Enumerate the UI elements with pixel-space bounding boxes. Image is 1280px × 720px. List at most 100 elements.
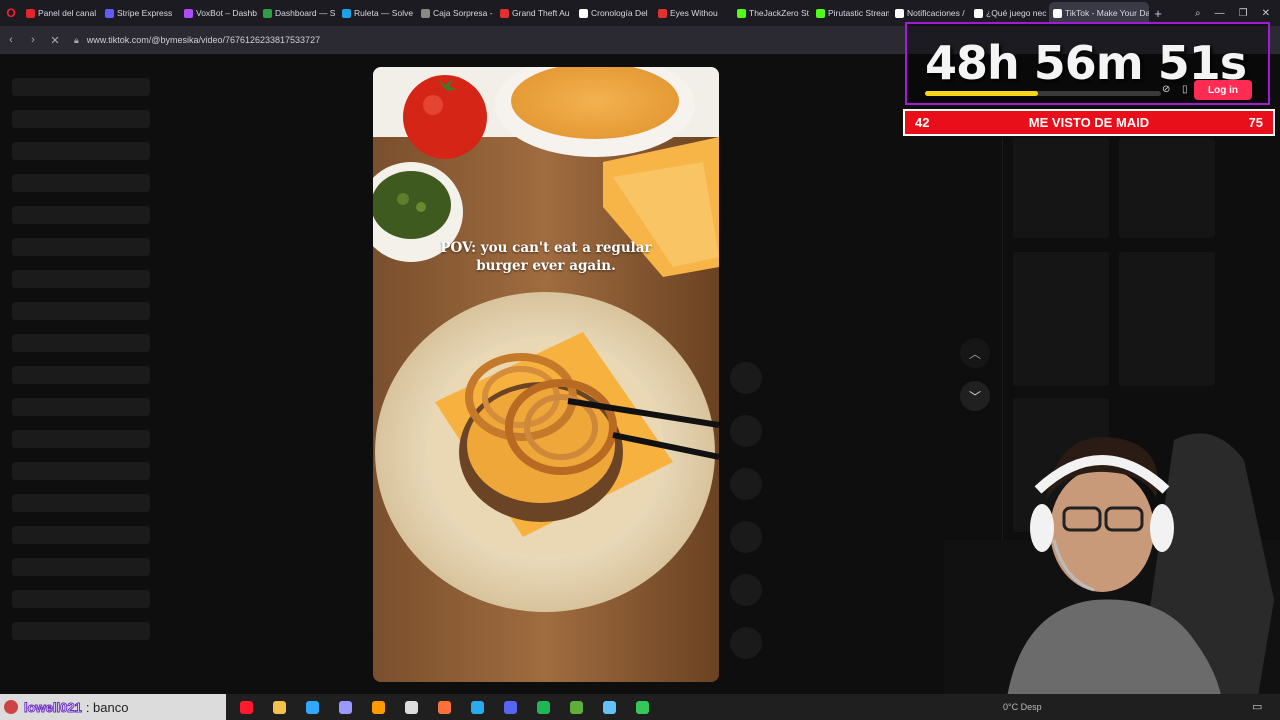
discord-icon[interactable]: [494, 694, 527, 720]
poll-right-count: 75: [1248, 115, 1263, 130]
browser-tab[interactable]: TheJackZero St: [733, 2, 810, 24]
premiere-icon[interactable]: [329, 694, 362, 720]
phone-icon[interactable]: ▯: [1182, 84, 1194, 96]
tab-favicon-icon: [342, 8, 351, 18]
share-button-skeleton[interactable]: [730, 521, 762, 553]
login-button[interactable]: Log in: [1194, 80, 1252, 100]
streamer-webcam: [944, 433, 1280, 720]
url-field[interactable]: 🔒︎ www.tiktok.com/@bymesika/video/767612…: [74, 30, 914, 50]
opera-logo-icon[interactable]: O: [0, 0, 22, 26]
more-button-skeleton[interactable]: [730, 574, 762, 606]
browser-tab[interactable]: Stripe Express: [101, 2, 178, 24]
comment-button-skeleton[interactable]: [730, 415, 762, 447]
tab-label: Cronología Del: [591, 8, 648, 18]
timer-progress-fill: [925, 91, 1039, 96]
new-tab-button[interactable]: +: [1149, 6, 1167, 21]
sidebar-item-skeleton: [12, 366, 150, 384]
back-icon[interactable]: ‹: [0, 34, 22, 46]
poll-title: ME VISTO DE MAID: [1028, 115, 1150, 130]
browser-tab[interactable]: Notificaciones /: [891, 2, 968, 24]
tab-label: Pirutastic Stream: [828, 8, 889, 18]
chevron-up-icon: ︿: [968, 346, 981, 361]
like-button-skeleton[interactable]: [730, 362, 762, 394]
video-player[interactable]: POV: you can't eat a regular burger ever…: [373, 67, 719, 682]
minecraft-icon[interactable]: [560, 694, 593, 720]
browser-tab[interactable]: Pirutastic Stream: [812, 2, 889, 24]
windows-taskbar: lowell021 : banco 0°C Desp ▭: [0, 694, 1280, 720]
sidebar-item-skeleton: [12, 462, 150, 480]
tab-label: Caja Sorpresa -: [433, 8, 493, 18]
forward-icon[interactable]: ›: [22, 34, 44, 46]
folder-icon[interactable]: [263, 694, 296, 720]
stop-loading-icon[interactable]: ✕: [44, 34, 66, 47]
sidebar-item-skeleton: [12, 110, 150, 128]
browser-tab[interactable]: TikTok - Make Your Da: [1049, 2, 1149, 24]
previous-video-button[interactable]: ︿: [960, 338, 990, 368]
browser-tab[interactable]: Dashboard — S: [259, 2, 336, 24]
telegram-icon-glyph: [471, 700, 484, 714]
caption-line-2: burger ever again.: [476, 258, 616, 274]
lock-icon[interactable]: 🔒︎: [74, 35, 79, 46]
browser-tab[interactable]: Caja Sorpresa -: [417, 2, 494, 24]
tab-label: Eyes Withou: [670, 8, 718, 18]
chat-username: lowell021: [24, 699, 83, 715]
tab-label: TikTok - Make Your Da: [1065, 8, 1149, 18]
browser-tab[interactable]: Panel del canal: [22, 2, 99, 24]
premiere-icon-glyph: [339, 700, 352, 714]
browser-tab[interactable]: Grand Theft Au: [496, 2, 573, 24]
illustrator-icon[interactable]: [362, 694, 395, 720]
browser-tab[interactable]: ¿Qué juego nec: [970, 2, 1047, 24]
close-icon[interactable]: ✕: [1262, 8, 1270, 19]
cube-icon-glyph: [636, 700, 649, 714]
sidebar-item-skeleton: [12, 78, 150, 96]
sidebar-item-skeleton: [12, 494, 150, 512]
tab-label: Notificaciones /: [907, 8, 965, 18]
search-tabs-icon[interactable]: ⌕: [1195, 8, 1201, 19]
steam-icon[interactable]: [593, 694, 626, 720]
browser-tab[interactable]: VoxBot – Dashb: [180, 2, 257, 24]
minimize-icon[interactable]: —: [1215, 8, 1225, 19]
next-video-button[interactable]: ﹀: [960, 381, 990, 411]
timer-progress-bar: [925, 91, 1161, 96]
spotify-icon[interactable]: [527, 694, 560, 720]
save-button-skeleton[interactable]: [730, 468, 762, 500]
thumbnail-skeleton: [1119, 138, 1215, 238]
taskbar-apps: [230, 694, 659, 720]
url-text[interactable]: www.tiktok.com/@bymesika/video/767612623…: [87, 35, 320, 45]
chevron-down-icon: ﹀: [968, 389, 981, 404]
tab-label: Panel del canal: [38, 8, 97, 18]
thumbnail-skeleton: [1119, 252, 1215, 386]
tab-favicon-icon: [184, 8, 193, 18]
opera-icon[interactable]: [230, 694, 263, 720]
minecraft-icon-glyph: [570, 700, 583, 714]
tab-label: ¿Qué juego nec: [986, 8, 1047, 18]
browser-tab[interactable]: Cronología Del: [575, 2, 652, 24]
tab-favicon-icon: [421, 8, 430, 18]
cube-icon[interactable]: [626, 694, 659, 720]
discord-icon-glyph: [504, 700, 517, 714]
compass-icon[interactable]: ⊘: [1162, 84, 1174, 96]
sidebar-item-skeleton: [12, 206, 150, 224]
spotify-icon-glyph: [537, 700, 550, 714]
chat-alert: lowell021 : banco: [0, 694, 226, 720]
photoshop-icon[interactable]: [296, 694, 329, 720]
obs-icon[interactable]: [395, 694, 428, 720]
notification-icon[interactable]: ▭: [1252, 700, 1262, 713]
tab-label: Grand Theft Au: [512, 8, 570, 18]
subathon-timer-overlay: 48h 56m 51s ⊘ ▯ Log in: [905, 22, 1270, 105]
sidebar-item-skeleton: [12, 526, 150, 544]
browser-tab[interactable]: Eyes Withou: [654, 2, 731, 24]
photoshop-icon-glyph: [306, 700, 319, 714]
firefox-icon[interactable]: [428, 694, 461, 720]
weather-widget[interactable]: 0°C Desp: [1003, 694, 1042, 720]
sidebar-item-skeleton: [12, 238, 150, 256]
maximize-icon[interactable]: ❐: [1239, 8, 1248, 19]
poll-left-count: 42: [915, 115, 930, 130]
music-disc-skeleton[interactable]: [730, 627, 762, 659]
tab-favicon-icon: [579, 8, 588, 18]
sidebar-item-skeleton: [12, 270, 150, 288]
browser-tab[interactable]: Ruleta — Solve: [338, 2, 415, 24]
telegram-icon[interactable]: [461, 694, 494, 720]
tab-favicon-icon: [500, 8, 509, 18]
thumbnail-skeleton: [1013, 138, 1109, 238]
